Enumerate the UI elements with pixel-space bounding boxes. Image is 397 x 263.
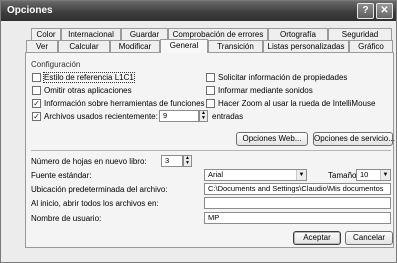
recent-files-spinner[interactable]: ▲ ▼ bbox=[199, 110, 208, 122]
function-tooltips-label: Información sobre herramientas de funcio… bbox=[44, 99, 205, 108]
sheets-count-label: Número de hojas en nuevo libro: bbox=[31, 157, 147, 166]
tab-modificar[interactable]: Modificar bbox=[110, 40, 160, 52]
default-location-label: Ubicación predeterminada del archivo: bbox=[31, 185, 168, 194]
reference-style-label: Estilo de referencia L1C1 bbox=[43, 72, 135, 83]
help-button[interactable]: ? bbox=[357, 3, 374, 19]
tab-seguridad[interactable]: Seguridad bbox=[328, 28, 392, 40]
accept-button[interactable]: Aceptar bbox=[293, 231, 341, 245]
chevron-down-icon[interactable]: ▼ bbox=[296, 170, 306, 180]
default-location-input[interactable]: C:\Documents and Settings\Claudio\Mis do… bbox=[204, 183, 391, 195]
tab-ver[interactable]: Ver bbox=[26, 40, 58, 52]
section-divider bbox=[31, 150, 391, 151]
intellimouse-zoom-checkbox[interactable] bbox=[206, 99, 215, 108]
tab-calcular[interactable]: Calcular bbox=[58, 40, 110, 52]
intellimouse-zoom-label: Hacer Zoom al usar la rueda de IntelliMo… bbox=[218, 99, 376, 108]
tab-ortografia[interactable]: Ortografía bbox=[268, 28, 328, 40]
sheets-count-input[interactable]: 3 bbox=[161, 155, 183, 167]
request-properties-checkbox[interactable] bbox=[206, 73, 215, 82]
close-button[interactable]: ✕ bbox=[376, 3, 393, 19]
options-dialog: Opciones ? ✕ Color Internacional Guardar… bbox=[0, 0, 397, 263]
font-size-label: Tamaño: bbox=[328, 171, 359, 180]
font-size-value: 10 bbox=[360, 170, 369, 179]
general-tab-panel: Configuración Estilo de referencia L1C1 … bbox=[25, 52, 395, 248]
ignore-apps-checkbox[interactable] bbox=[32, 86, 41, 95]
font-size-select[interactable]: 10 ▼ bbox=[356, 169, 391, 181]
tab-transicion[interactable]: Transición bbox=[208, 40, 263, 52]
config-group-label: Configuración bbox=[31, 60, 81, 69]
tab-internacional[interactable]: Internacional bbox=[61, 28, 121, 40]
username-label: Nombre de usuario: bbox=[31, 214, 102, 223]
dialog-title: Opciones bbox=[7, 5, 53, 16]
sound-feedback-checkbox[interactable] bbox=[206, 86, 215, 95]
recent-files-suffix: entradas bbox=[212, 112, 244, 121]
standard-font-value: Arial bbox=[208, 170, 224, 179]
recent-files-label: Archivos usados recientemente: bbox=[44, 112, 158, 121]
sound-feedback-label: Informar mediante sonidos bbox=[218, 86, 313, 95]
cancel-button[interactable]: Cancelar bbox=[345, 231, 393, 245]
request-properties-label: Solicitar información de propiedades bbox=[218, 73, 348, 82]
service-options-button[interactable]: Opciones de servicio... bbox=[313, 132, 395, 146]
standard-font-select[interactable]: Arial ▼ bbox=[204, 169, 307, 181]
startup-folder-label: Al inicio, abrir todos los archivos en: bbox=[31, 199, 159, 208]
startup-folder-input[interactable] bbox=[204, 197, 391, 209]
tab-general[interactable]: General bbox=[160, 39, 208, 53]
ignore-apps-label: Omitir otras aplicaciones bbox=[44, 86, 132, 95]
title-bar[interactable]: Opciones ? ✕ bbox=[1, 1, 396, 21]
standard-font-label: Fuente estándar: bbox=[31, 171, 92, 180]
reference-style-checkbox[interactable] bbox=[32, 73, 41, 82]
function-tooltips-checkbox[interactable]: ✓ bbox=[32, 99, 41, 108]
tab-color[interactable]: Color bbox=[31, 28, 61, 40]
recent-files-checkbox[interactable]: ✓ bbox=[32, 112, 41, 121]
sheets-count-spinner[interactable]: ▲ ▼ bbox=[183, 155, 192, 167]
tab-listas-personalizadas[interactable]: Listas personalizadas bbox=[263, 40, 349, 52]
username-input[interactable]: MP bbox=[204, 212, 391, 224]
recent-files-count-input[interactable]: 9 bbox=[159, 110, 199, 122]
chevron-down-icon[interactable]: ▼ bbox=[380, 170, 390, 180]
tab-grafico[interactable]: Gráfico bbox=[349, 40, 393, 52]
web-options-button[interactable]: Opciones Web... bbox=[236, 132, 308, 146]
